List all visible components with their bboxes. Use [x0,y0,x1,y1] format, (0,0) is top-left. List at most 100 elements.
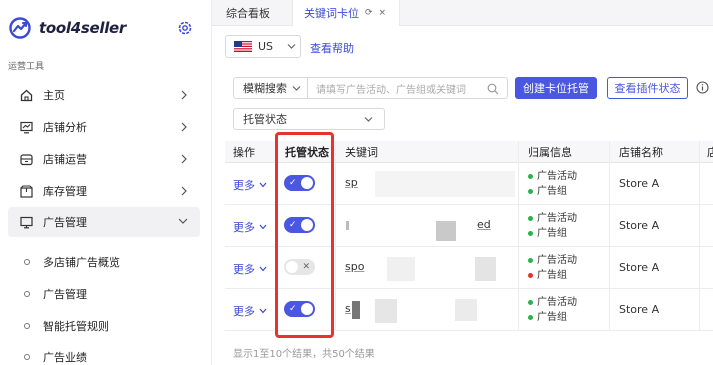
attribution-label: 广告组 [537,228,567,239]
help-link[interactable]: 查看帮助 [310,40,354,56]
keyword-link[interactable]: ed [477,218,491,231]
highlight-box [275,132,334,338]
refresh-icon[interactable]: ⟳ [365,8,373,18]
search-icon[interactable] [487,83,499,95]
submenu-item[interactable]: 广告业绩 [24,349,87,365]
chevron-down-icon [287,44,296,49]
sidebar-item-label: 主页 [43,89,65,102]
us-flag-icon [234,41,252,52]
sidebar-item-label: 店铺运营 [43,153,87,166]
chevron-down-icon [259,182,267,188]
bullet-icon [24,259,30,265]
attribution-info: 广告活动 广告组 [528,211,577,241]
close-icon[interactable]: × [379,8,387,18]
gear-icon[interactable] [177,20,193,36]
tab-keyword-position[interactable]: 关键词卡位 ⟳ × [292,0,400,26]
submenu-label: 广告业绩 [43,351,87,364]
search-placeholder: 请填写广告活动、广告组或关键词 [316,84,466,96]
status-dot [528,300,533,305]
search-mode-value: 模糊搜索 [243,82,287,95]
more-label: 更多 [233,263,255,276]
redacted-block [375,299,397,323]
keyword-link[interactable]: spo [345,260,364,273]
sidebar-item-ads[interactable]: 广告管理 [8,207,200,237]
attribution-info: 广告活动 广告组 [528,169,577,199]
status-dot [528,174,533,179]
info-icon[interactable] [696,81,709,94]
chevron-down-icon [292,85,301,91]
store-name: Store A [619,177,660,190]
tab-label: 综合看板 [226,7,270,20]
submenu-item[interactable]: 多店铺广告概览 [24,254,120,270]
chart-icon [19,120,33,134]
store-name: Store A [619,303,660,316]
home-icon [19,88,33,102]
redacted-block [375,171,515,197]
more-dropdown[interactable]: 更多 [233,303,267,319]
sidebar-item-label: 广告管理 [43,216,87,229]
sidebar-item-store-analysis[interactable]: 店铺分析 [8,112,200,142]
attribution-campaign: 广告活动 [528,295,577,310]
search-input[interactable]: 请填写广告活动、广告组或关键词 [308,77,508,99]
section-label: 运营工具 [8,62,45,72]
sidebar-item-home[interactable]: 主页 [8,80,200,110]
redacted-block [387,257,415,281]
chevron-down-icon [259,308,267,314]
submenu-item[interactable]: 智能托管规则 [24,318,109,334]
sidebar: tool4seller 运营工具 主页 店铺分析 店铺运营 库存管理 广告管理 … [0,0,212,365]
keyword-link[interactable]: s [345,302,351,315]
monitor-icon [19,215,33,229]
status-filter-value: 托管状态 [243,113,287,126]
column-header: 店 [707,146,713,159]
status-filter-select[interactable]: 托管状态 [233,108,385,130]
redacted-block [475,257,496,281]
column-header: 操作 [233,146,255,159]
column-header: 关键词 [345,146,378,159]
redacted-block [455,299,477,321]
store-name: Store A [619,219,660,232]
chevron-right-icon [181,154,187,164]
sidebar-item-store-ops[interactable]: 店铺运营 [8,144,200,174]
attribution-label: 广告活动 [537,171,577,182]
status-dot [528,189,533,194]
bullet-icon [24,291,30,297]
column-divider [335,141,336,331]
box-icon [19,184,33,198]
country-select[interactable]: US [225,35,301,58]
chevron-down-icon [259,224,267,230]
logo-text: tool4seller [39,19,127,37]
submenu-label: 多店铺广告概览 [43,256,120,269]
more-label: 更多 [233,179,255,192]
store-name: Store A [619,261,660,274]
logo[interactable]: tool4seller [9,17,126,39]
more-dropdown[interactable]: 更多 [233,177,267,193]
tab-dashboard[interactable]: 综合看板 [226,0,270,26]
attribution-label: 广告组 [537,312,567,323]
more-dropdown[interactable]: 更多 [233,261,267,277]
column-divider [609,141,610,331]
keyword-link[interactable]: sp [345,176,358,189]
attribution-adgroup: 广告组 [528,268,577,283]
attribution-label: 广告活动 [537,213,577,224]
column-divider [699,141,700,331]
attribution-label: 广告活动 [537,255,577,266]
attribution-label: 广告组 [537,270,567,281]
status-dot [528,315,533,320]
attribution-adgroup: 广告组 [528,184,577,199]
attribution-campaign: 广告活动 [528,253,577,268]
submenu-item[interactable]: 广告管理 [24,286,87,302]
column-divider [518,141,519,331]
plugin-status-button[interactable]: 查看插件状态 [607,77,688,99]
search-mode-select[interactable]: 模糊搜索 [233,77,308,99]
redacted-block [346,221,349,230]
create-position-button[interactable]: 创建卡位托管 [515,77,597,99]
attribution-info: 广告活动 广告组 [528,253,577,283]
sidebar-item-inventory[interactable]: 库存管理 [8,176,200,206]
sidebar-item-label: 店铺分析 [43,121,87,134]
chevron-down-icon [259,266,267,272]
status-dot [528,258,533,263]
attribution-label: 广告组 [537,186,567,197]
attribution-campaign: 广告活动 [528,169,577,184]
more-dropdown[interactable]: 更多 [233,219,267,235]
attribution-adgroup: 广告组 [528,226,577,241]
